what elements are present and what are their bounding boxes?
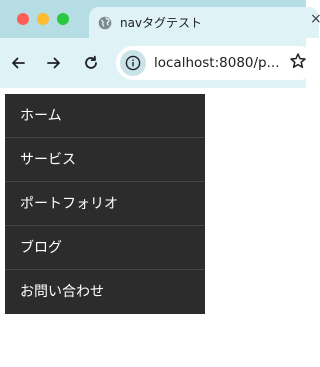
nav-item-blog[interactable]: ブログ bbox=[5, 226, 205, 270]
tab-close-icon[interactable]: × bbox=[310, 11, 320, 27]
browser-toolbar: localhost:8080/p... bbox=[0, 38, 316, 88]
star-icon[interactable] bbox=[289, 52, 306, 70]
reload-icon[interactable] bbox=[80, 52, 102, 74]
browser-window: navタグテスト × localhost:8080/p... ホーム サービス … bbox=[0, 0, 320, 367]
maximize-window-button[interactable] bbox=[57, 13, 69, 25]
globe-icon bbox=[98, 15, 112, 30]
tab-title: navタグテスト bbox=[120, 16, 203, 30]
nav-item-home[interactable]: ホーム bbox=[5, 94, 205, 138]
active-tab[interactable]: navタグテスト × bbox=[89, 7, 320, 38]
address-bar[interactable]: localhost:8080/p... bbox=[116, 46, 316, 80]
nav-item-services[interactable]: サービス bbox=[5, 138, 205, 182]
url-text[interactable]: localhost:8080/p... bbox=[154, 55, 280, 71]
arrow-right-icon[interactable] bbox=[43, 52, 65, 74]
minimize-window-button[interactable] bbox=[37, 13, 49, 25]
tab-strip: navタグテスト × bbox=[0, 0, 320, 38]
page-content: ホーム サービス ポートフォリオ ブログ お問い合わせ bbox=[0, 88, 306, 367]
nav-item-contact[interactable]: お問い合わせ bbox=[5, 270, 205, 314]
close-window-button[interactable] bbox=[17, 13, 29, 25]
nav-item-portfolio[interactable]: ポートフォリオ bbox=[5, 182, 205, 226]
info-icon[interactable] bbox=[120, 50, 146, 76]
arrow-left-icon[interactable] bbox=[7, 52, 29, 74]
nav-menu: ホーム サービス ポートフォリオ ブログ お問い合わせ bbox=[5, 94, 205, 314]
